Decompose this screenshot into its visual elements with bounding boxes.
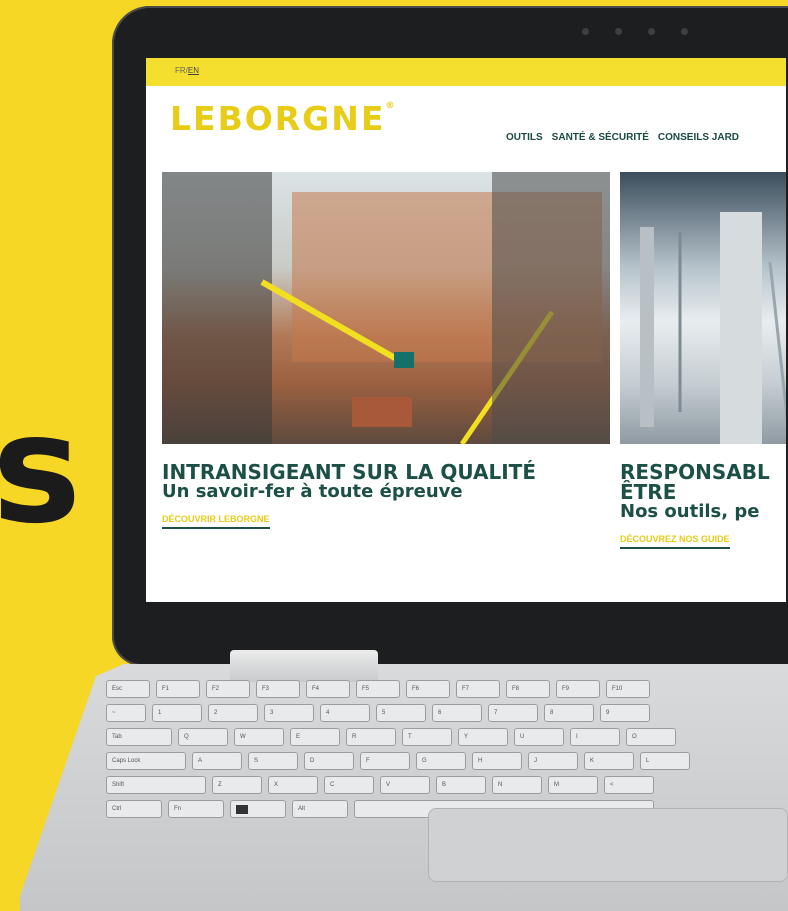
key-r[interactable]: R (346, 728, 396, 746)
key-alt[interactable]: Alt (292, 800, 348, 818)
card-title-line2: ÊTRE (620, 480, 677, 504)
key-k[interactable]: K (584, 752, 634, 770)
key-f6[interactable]: F6 (406, 680, 450, 698)
key-f7[interactable]: F7 (456, 680, 500, 698)
key-j[interactable]: J (528, 752, 578, 770)
keyboard-row: Tab Q W E R T Y U I O (106, 728, 788, 746)
key-8[interactable]: 8 (544, 704, 594, 722)
key-n[interactable]: N (492, 776, 542, 794)
hero-card-quality: INTRANSIGEANT SUR LA QUALITÉ Un savoir-f… (162, 172, 610, 529)
hero-card-responsible: RESPONSABL ÊTRE Nos outils, pe DÉCOUVREZ… (620, 172, 786, 549)
hero-image-scaffolding[interactable] (620, 172, 786, 444)
touchpad[interactable] (428, 808, 788, 882)
key-u[interactable]: U (514, 728, 564, 746)
key-i[interactable]: I (570, 728, 620, 746)
key-shift[interactable]: Shift (106, 776, 206, 794)
lang-en-link[interactable]: EN (188, 66, 199, 75)
key-caps-lock[interactable]: Caps Lock (106, 752, 186, 770)
key-a[interactable]: A (192, 752, 242, 770)
scaffolding-photo-illustration (640, 212, 786, 444)
key-z[interactable]: Z (212, 776, 262, 794)
discover-leborgne-link[interactable]: DÉCOUVRIR LEBORGNE (162, 514, 270, 529)
key-s[interactable]: S (248, 752, 298, 770)
keyboard-row: ~ 1 2 3 4 5 6 7 8 9 (106, 704, 788, 722)
brand-logo[interactable]: LEBORGNE® (170, 99, 397, 138)
key-tab[interactable]: Tab (106, 728, 172, 746)
key-f2[interactable]: F2 (206, 680, 250, 698)
windows-logo-icon (236, 804, 248, 814)
key-t[interactable]: T (402, 728, 452, 746)
key-esc[interactable]: Esc (106, 680, 150, 698)
key-fn[interactable]: Fn (168, 800, 224, 818)
language-switcher: FR/EN (175, 66, 199, 75)
top-bar: FR/EN (146, 58, 786, 86)
key-tilde[interactable]: ~ (106, 704, 146, 722)
background-partial-letter: s (0, 383, 82, 557)
key-y[interactable]: Y (458, 728, 508, 746)
key-2[interactable]: 2 (208, 704, 258, 722)
key-f5[interactable]: F5 (356, 680, 400, 698)
camera-dot (681, 28, 688, 35)
key-ctrl[interactable]: Ctrl (106, 800, 162, 818)
key-7[interactable]: 7 (488, 704, 538, 722)
key-l[interactable]: L (640, 752, 690, 770)
key-f4[interactable]: F4 (306, 680, 350, 698)
key-windows[interactable] (230, 800, 286, 818)
key-6[interactable]: 6 (432, 704, 482, 722)
lang-fr-link[interactable]: FR (175, 66, 186, 75)
key-1[interactable]: 1 (152, 704, 202, 722)
key-o[interactable]: O (626, 728, 676, 746)
key-b[interactable]: B (436, 776, 486, 794)
key-q[interactable]: Q (178, 728, 228, 746)
nav-item-sante-securite[interactable]: SANTÉ & SÉCURITÉ (552, 132, 649, 143)
key-w[interactable]: W (234, 728, 284, 746)
card-subtitle: Nos outils, pe (620, 501, 760, 522)
keyboard: Esc F1 F2 F3 F4 F5 F6 F7 F8 F9 F10 ~ 1 2… (106, 680, 788, 820)
worker-photo-illustration (162, 172, 610, 444)
key-f9[interactable]: F9 (556, 680, 600, 698)
card-title: INTRANSIGEANT SUR LA QUALITÉ (162, 460, 536, 484)
key-h[interactable]: H (472, 752, 522, 770)
key-4[interactable]: 4 (320, 704, 370, 722)
key-c[interactable]: C (324, 776, 374, 794)
keyboard-row: Shift Z X C V B N M < (106, 776, 788, 794)
logo-text: LEBORGNE (170, 99, 386, 138)
key-f[interactable]: F (360, 752, 410, 770)
keyboard-row: Caps Lock A S D F G H J K L (106, 752, 788, 770)
key-3[interactable]: 3 (264, 704, 314, 722)
card-title: RESPONSABL (620, 460, 770, 484)
key-less-than[interactable]: < (604, 776, 654, 794)
keyboard-row: Esc F1 F2 F3 F4 F5 F6 F7 F8 F9 F10 (106, 680, 788, 698)
key-m[interactable]: M (548, 776, 598, 794)
key-f8[interactable]: F8 (506, 680, 550, 698)
camera-dot (582, 28, 589, 35)
key-9[interactable]: 9 (600, 704, 650, 722)
main-nav: OUTILS SANTÉ & SÉCURITÉ CONSEILS JARD (506, 132, 739, 143)
key-f1[interactable]: F1 (156, 680, 200, 698)
laptop-hinge (230, 650, 378, 682)
key-5[interactable]: 5 (376, 704, 426, 722)
hero-image-construction-worker[interactable] (162, 172, 610, 444)
site-header: LEBORGNE® OUTILS SANTÉ & SÉCURITÉ CONSEI… (146, 86, 786, 176)
key-d[interactable]: D (304, 752, 354, 770)
key-f3[interactable]: F3 (256, 680, 300, 698)
discover-guides-link[interactable]: DÉCOUVREZ NOS GUIDE (620, 534, 730, 549)
key-e[interactable]: E (290, 728, 340, 746)
nav-item-conseils[interactable]: CONSEILS JARD (658, 132, 739, 143)
camera-array (582, 28, 688, 35)
key-f10[interactable]: F10 (606, 680, 650, 698)
key-v[interactable]: V (380, 776, 430, 794)
laptop-lid: FR/EN LEBORGNE® OUTILS SANTÉ & SÉCURITÉ … (112, 6, 788, 666)
browser-viewport: FR/EN LEBORGNE® OUTILS SANTÉ & SÉCURITÉ … (146, 58, 786, 602)
nav-item-outils[interactable]: OUTILS (506, 132, 543, 143)
key-x[interactable]: X (268, 776, 318, 794)
key-g[interactable]: G (416, 752, 466, 770)
camera-dot (648, 28, 655, 35)
camera-dot (615, 28, 622, 35)
card-subtitle: Un savoir-fer à toute épreuve (162, 481, 463, 502)
logo-trademark: ® (385, 101, 397, 111)
